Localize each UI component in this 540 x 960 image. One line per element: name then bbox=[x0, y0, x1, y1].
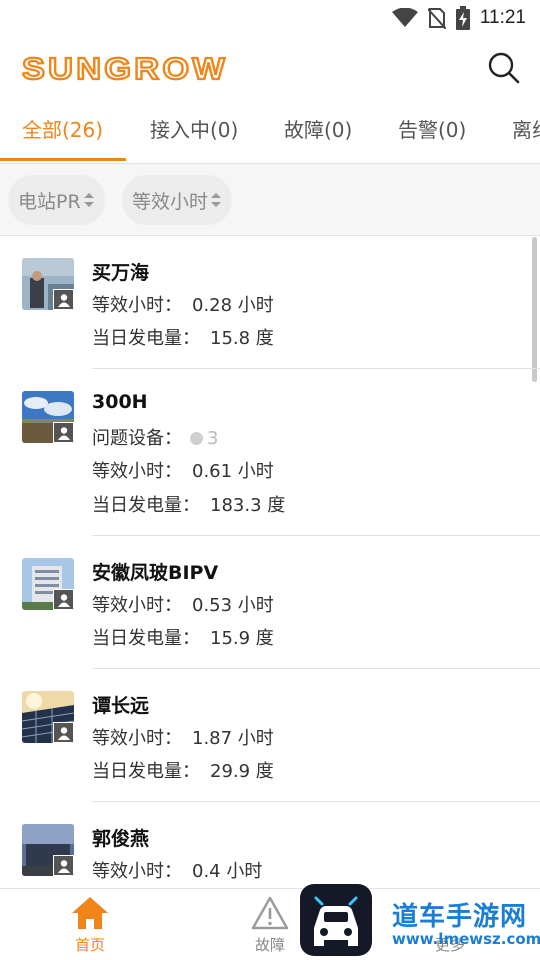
car-icon bbox=[314, 896, 358, 946]
watermark-logo bbox=[300, 884, 372, 956]
owner-badge bbox=[53, 722, 74, 743]
station-thumbnail bbox=[22, 391, 74, 443]
daily-generation-label: 当日发电量： bbox=[92, 761, 200, 782]
station-item[interactable]: 300H 问题设备： 3 等效小时： 0.61 小时 当日发电量： 183.3 度 bbox=[0, 369, 540, 536]
owner-badge bbox=[53, 855, 74, 876]
daily-generation: 当日发电量： 29.9 度 bbox=[92, 757, 274, 783]
user-icon bbox=[57, 593, 70, 607]
station-name: 买万海 bbox=[92, 262, 150, 284]
equivalent-hours-label: 等效小时： bbox=[92, 461, 182, 482]
station-item[interactable]: 谭长远 等效小时： 1.87 小时 当日发电量： 29.9 度 bbox=[0, 669, 540, 802]
equivalent-hours-label: 等效小时： bbox=[92, 861, 182, 882]
user-icon bbox=[57, 859, 70, 873]
station-name: 安徽凤玻BIPV bbox=[92, 562, 219, 584]
equivalent-hours-label: 等效小时： bbox=[92, 595, 182, 616]
problem-devices-count: 3 bbox=[207, 428, 219, 449]
station-item[interactable]: 郭俊燕 等效小时： 0.4 小时 bbox=[0, 802, 540, 888]
watermark-url: www.lmewsz.com bbox=[392, 930, 540, 948]
search-icon bbox=[488, 52, 520, 84]
equivalent-hours: 等效小时： 0.61 小时 bbox=[92, 457, 274, 483]
owner-badge bbox=[53, 289, 74, 310]
user-icon bbox=[57, 293, 70, 307]
station-thumbnail bbox=[22, 258, 74, 310]
daily-generation-label: 当日发电量： bbox=[92, 495, 200, 516]
sort-pr-chip[interactable]: 电站PR bbox=[8, 175, 105, 225]
tab-connecting[interactable]: 接入中(0) bbox=[150, 102, 238, 163]
status-bar: 11:21 bbox=[0, 0, 540, 36]
wifi-icon bbox=[391, 8, 418, 27]
home-icon bbox=[72, 897, 108, 929]
problem-devices: 问题设备： 3 bbox=[92, 424, 218, 450]
search-button[interactable] bbox=[486, 50, 522, 86]
equivalent-hours: 等效小时： 1.87 小时 bbox=[92, 724, 274, 750]
sort-arrows-icon bbox=[83, 193, 94, 207]
tab-offline[interactable]: 离线 bbox=[512, 102, 540, 163]
sort-pr-label: 电站PR bbox=[18, 190, 81, 213]
user-icon bbox=[57, 726, 70, 740]
user-icon bbox=[57, 426, 70, 440]
equivalent-hours-value: 0.4 小时 bbox=[192, 861, 263, 882]
daily-generation-value: 15.9 度 bbox=[210, 628, 274, 649]
status-dot-icon bbox=[190, 432, 203, 445]
equivalent-hours-value: 0.28 小时 bbox=[192, 295, 274, 316]
station-item[interactable]: 安徽凤玻BIPV 等效小时： 0.53 小时 当日发电量： 15.9 度 bbox=[0, 536, 540, 669]
sungrow-logo: SUNGROW bbox=[22, 52, 228, 84]
station-item[interactable]: 买万海 等效小时： 0.28 小时 当日发电量： 15.8 度 bbox=[0, 237, 540, 369]
station-thumbnail bbox=[22, 558, 74, 610]
logo-text: SUNGROW bbox=[22, 52, 228, 84]
equivalent-hours-label: 等效小时： bbox=[92, 295, 182, 316]
equivalent-hours-value: 0.53 小时 bbox=[192, 595, 274, 616]
equivalent-hours: 等效小时： 0.53 小时 bbox=[92, 591, 274, 617]
no-sim-icon bbox=[427, 8, 446, 29]
status-tabs: 全部(26) 接入中(0) 故障(0) 告警(0) 离线 bbox=[0, 102, 540, 164]
tab-alarm[interactable]: 告警(0) bbox=[398, 102, 466, 163]
equivalent-hours-label: 等效小时： bbox=[92, 728, 182, 749]
sort-hours-label: 等效小时 bbox=[132, 190, 209, 213]
owner-badge bbox=[53, 589, 74, 610]
daily-generation-label: 当日发电量： bbox=[92, 628, 200, 649]
problem-devices-label: 问题设备： bbox=[92, 428, 182, 449]
station-thumbnail bbox=[22, 691, 74, 743]
tab-fault[interactable]: 故障(0) bbox=[284, 102, 352, 163]
warning-icon bbox=[251, 896, 289, 930]
station-name: 郭俊燕 bbox=[92, 828, 150, 850]
equivalent-hours-value: 0.61 小时 bbox=[192, 461, 274, 482]
daily-generation: 当日发电量： 183.3 度 bbox=[92, 491, 285, 517]
watermark: 道车手游网 www.lmewsz.com bbox=[300, 884, 540, 960]
equivalent-hours: 等效小时： 0.28 小时 bbox=[92, 291, 274, 317]
battery-charging-icon bbox=[455, 6, 470, 30]
watermark-title: 道车手游网 bbox=[392, 902, 528, 932]
nav-home-label: 首页 bbox=[74, 936, 105, 954]
sort-hours-chip[interactable]: 等效小时 bbox=[122, 175, 233, 225]
active-tab-indicator bbox=[0, 158, 126, 161]
equivalent-hours: 等效小时： 0.4 小时 bbox=[92, 857, 262, 883]
sort-arrows-icon bbox=[211, 193, 222, 207]
daily-generation: 当日发电量： 15.8 度 bbox=[92, 324, 274, 350]
daily-generation: 当日发电量： 15.9 度 bbox=[92, 624, 274, 650]
app-header: SUNGROW bbox=[0, 36, 540, 102]
station-name: 谭长远 bbox=[92, 695, 150, 717]
daily-generation-value: 29.9 度 bbox=[210, 761, 274, 782]
daily-generation-value: 183.3 度 bbox=[210, 495, 286, 516]
status-time: 11:21 bbox=[479, 7, 526, 28]
station-name: 300H bbox=[92, 391, 148, 413]
station-thumbnail bbox=[22, 824, 74, 876]
sort-filters: 电站PR 等效小时 bbox=[0, 164, 540, 236]
owner-badge bbox=[53, 422, 74, 443]
nav-home[interactable]: 首页 bbox=[30, 889, 150, 960]
tab-all[interactable]: 全部(26) bbox=[22, 102, 103, 163]
daily-generation-label: 当日发电量： bbox=[92, 328, 200, 349]
equivalent-hours-value: 1.87 小时 bbox=[192, 728, 274, 749]
daily-generation-value: 15.8 度 bbox=[210, 328, 274, 349]
station-list[interactable]: 买万海 等效小时： 0.28 小时 当日发电量： 15.8 度 300H 问题设… bbox=[0, 237, 540, 888]
status-icons: 11:21 bbox=[391, 6, 526, 30]
